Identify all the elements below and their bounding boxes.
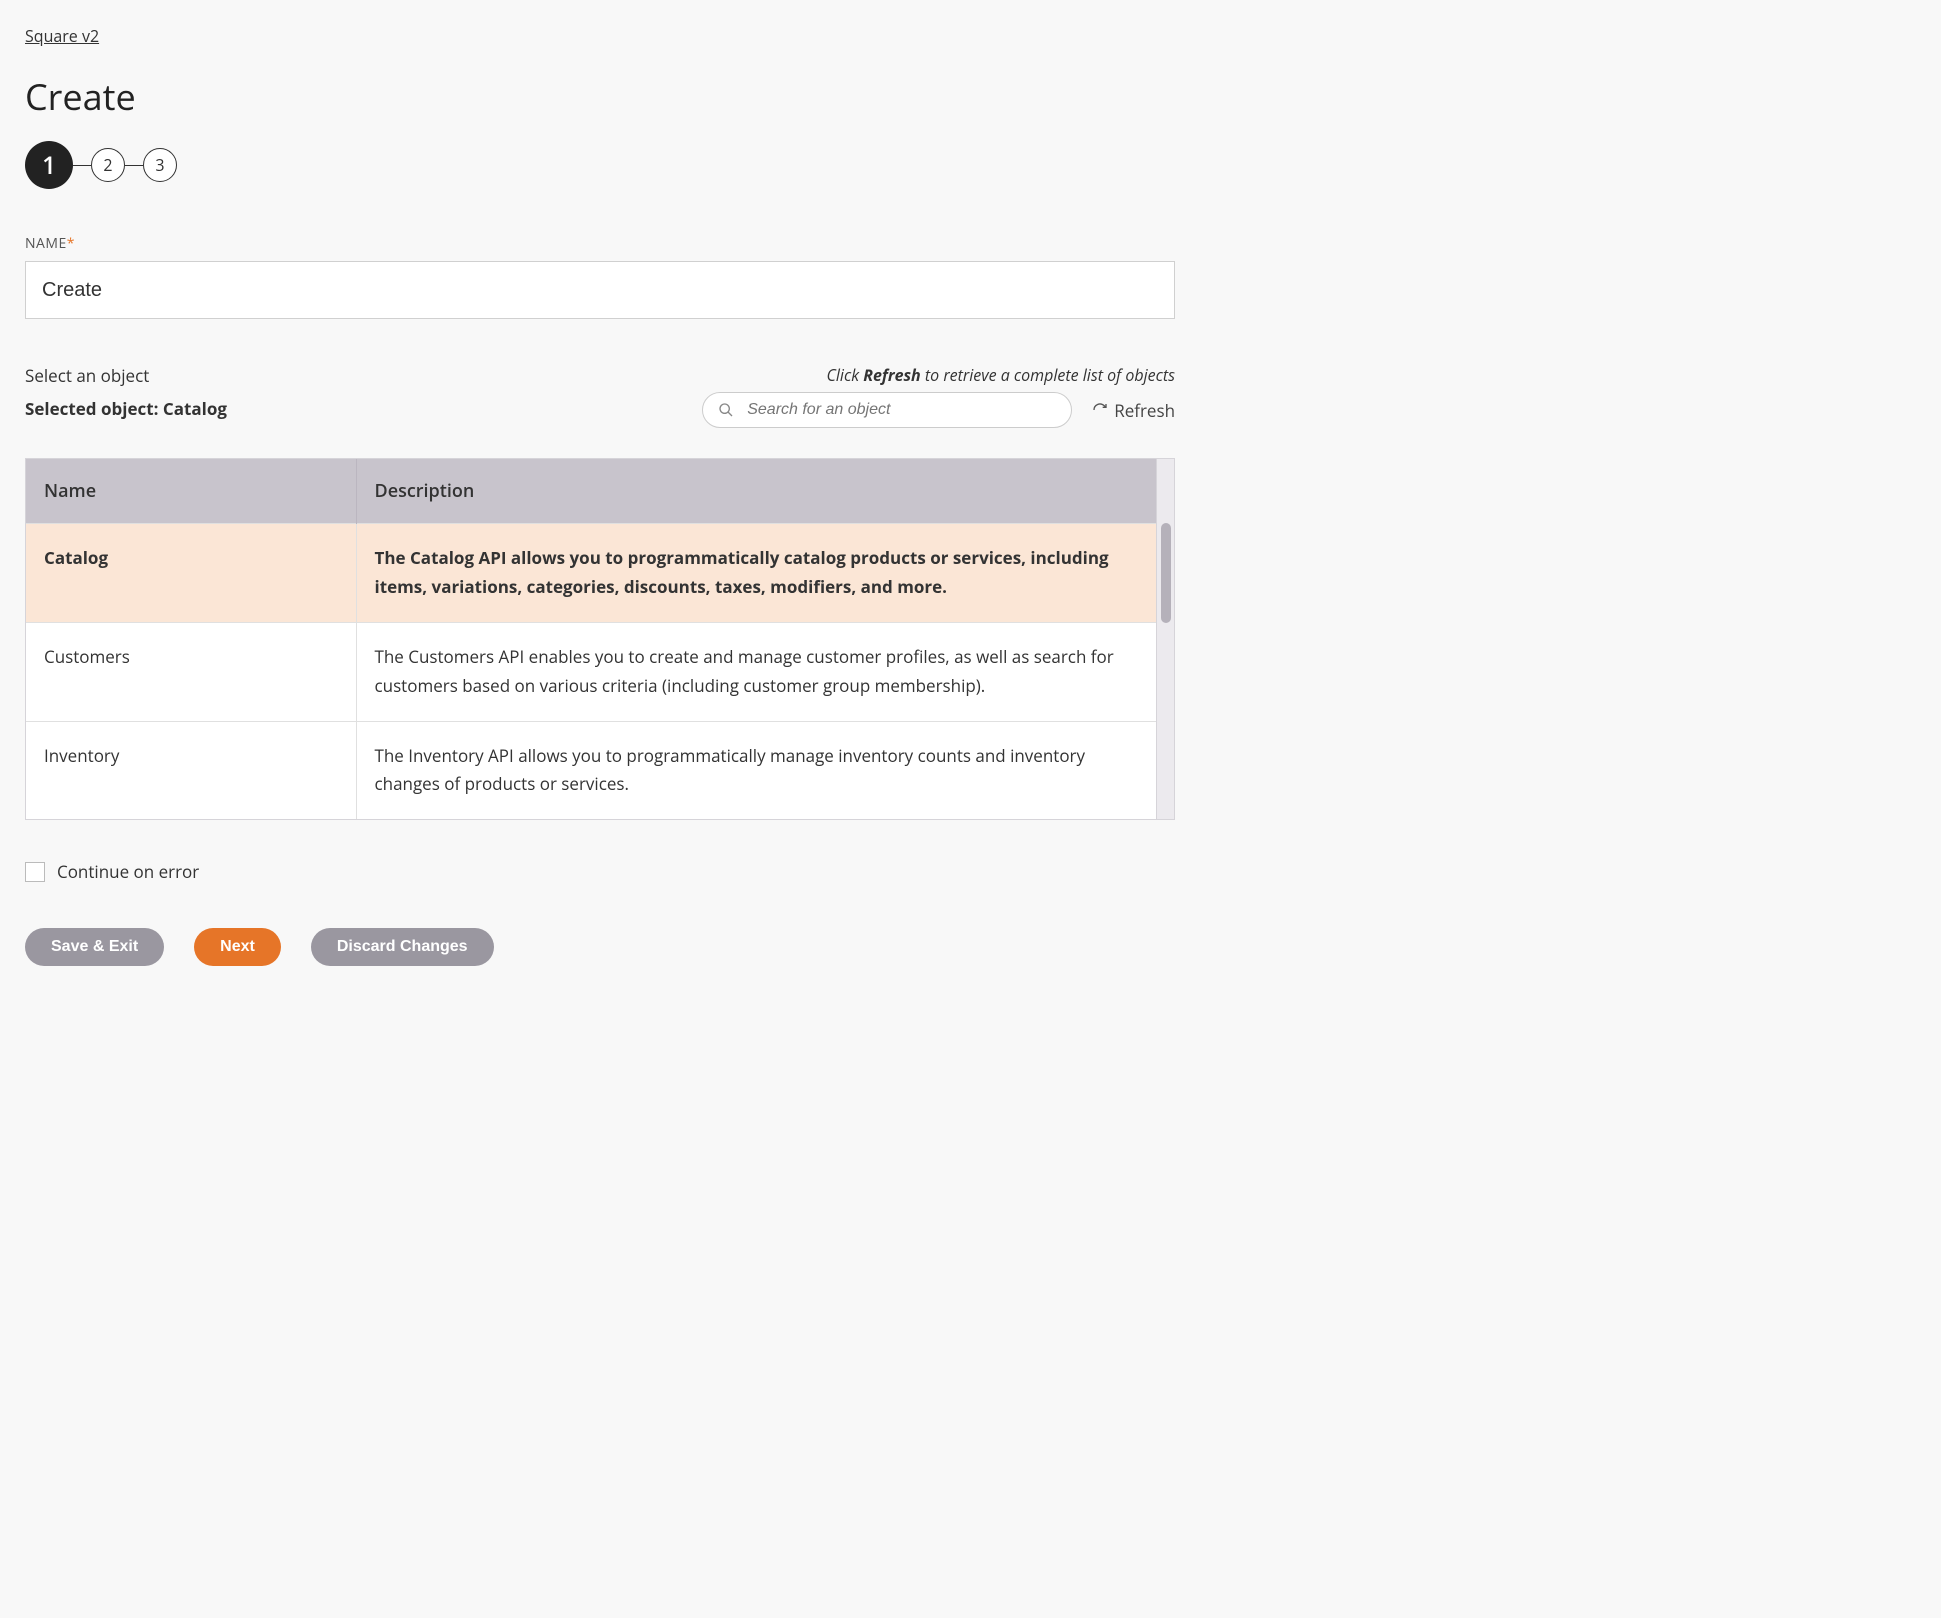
next-button[interactable]: Next [194,928,281,966]
refresh-helper-text: Click Refresh to retrieve a complete lis… [702,364,1175,386]
step-connector [125,165,143,166]
scrollbar-thumb[interactable] [1161,523,1171,623]
object-description-cell: The Catalog API allows you to programmat… [356,524,1156,623]
step-2[interactable]: 2 [91,148,125,182]
name-field-label: NAME* [25,234,1175,253]
search-icon [718,402,734,418]
table-scrollbar[interactable] [1156,459,1174,819]
select-object-label: Select an object [25,364,227,387]
step-connector [73,165,91,166]
object-table: Name Description CatalogThe Catalog API … [25,458,1175,820]
object-search-input[interactable] [702,392,1072,428]
table-header-description: Description [356,459,1156,524]
selected-object-label: Selected object: Catalog [25,397,227,420]
table-row[interactable]: InventoryThe Inventory API allows you to… [26,721,1156,819]
page-title: Create [25,72,1175,121]
step-3[interactable]: 3 [143,148,177,182]
object-description-cell: The Inventory API allows you to programm… [356,721,1156,819]
refresh-button[interactable]: Refresh [1092,399,1175,422]
continue-on-error-checkbox[interactable] [25,862,45,882]
stepper: 1 2 3 [25,141,1175,189]
breadcrumb-link[interactable]: Square v2 [25,25,99,47]
table-row[interactable]: CatalogThe Catalog API allows you to pro… [26,524,1156,623]
step-1[interactable]: 1 [25,141,73,189]
object-name-cell: Inventory [26,721,356,819]
save-exit-button[interactable]: Save & Exit [25,928,164,966]
table-header-name: Name [26,459,356,524]
table-row[interactable]: CustomersThe Customers API enables you t… [26,622,1156,721]
name-input[interactable] [25,261,1175,319]
refresh-icon [1092,402,1108,418]
object-name-cell: Catalog [26,524,356,623]
continue-on-error-label: Continue on error [57,860,199,883]
discard-changes-button[interactable]: Discard Changes [311,928,494,966]
object-description-cell: The Customers API enables you to create … [356,622,1156,721]
required-indicator: * [67,234,75,253]
object-name-cell: Customers [26,622,356,721]
